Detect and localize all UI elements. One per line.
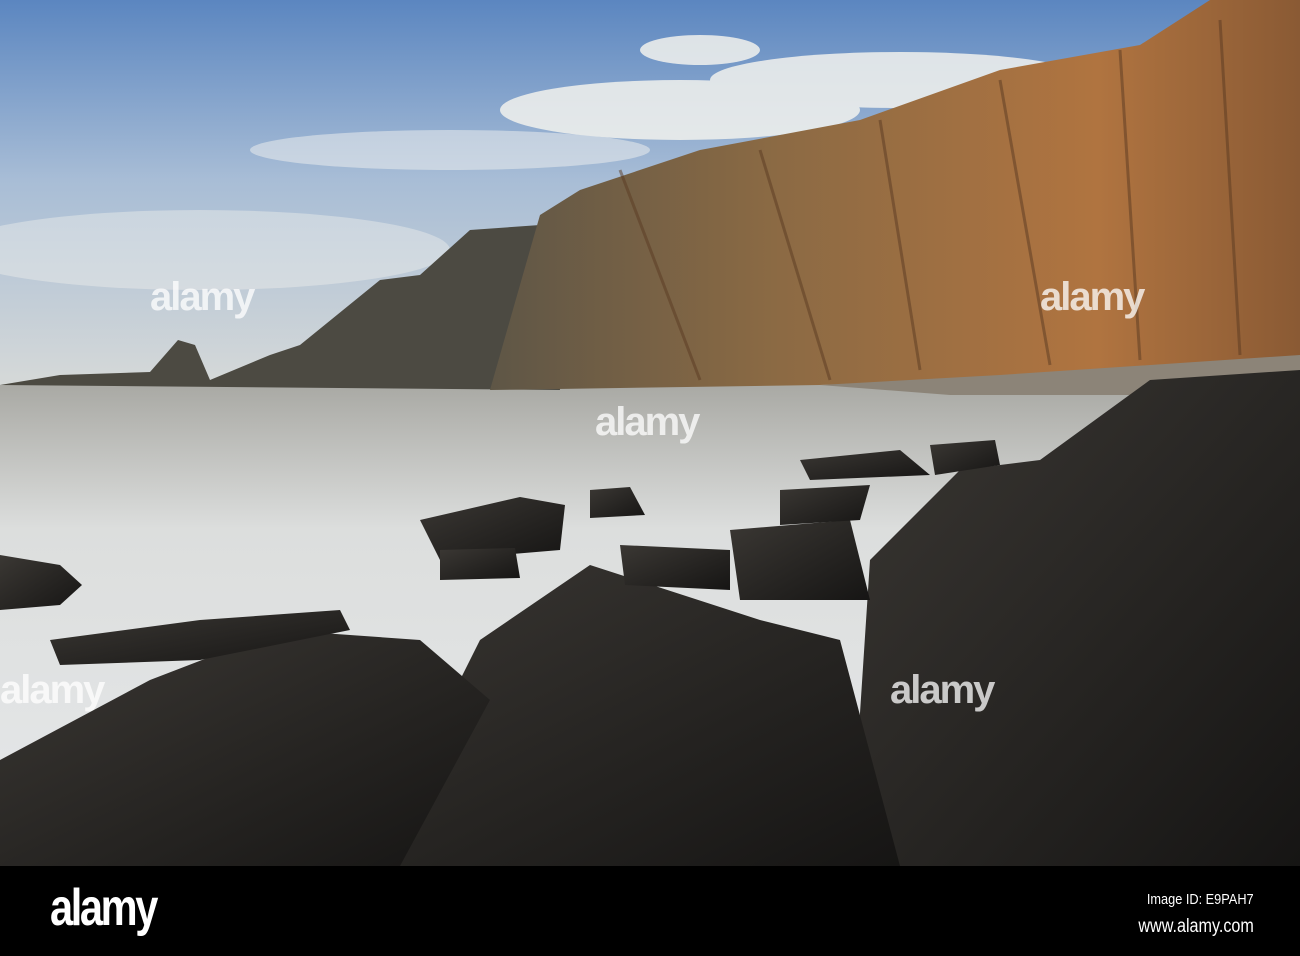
- image-id: Image ID: E9PAH7: [1147, 891, 1254, 908]
- watermark-left: alamy: [150, 275, 255, 319]
- website-url: www.alamy.com: [1138, 916, 1254, 937]
- footer-bar: alamy Image ID: E9PAH7 www.alamy.com: [0, 866, 1300, 956]
- watermark-center: alamy: [595, 400, 700, 444]
- watermark-bottom-left: alamy: [0, 668, 105, 712]
- watermark-right: alamy: [1040, 275, 1145, 319]
- watermark-bottom-right: alamy: [890, 668, 995, 712]
- alamy-logo: alamy: [50, 879, 158, 937]
